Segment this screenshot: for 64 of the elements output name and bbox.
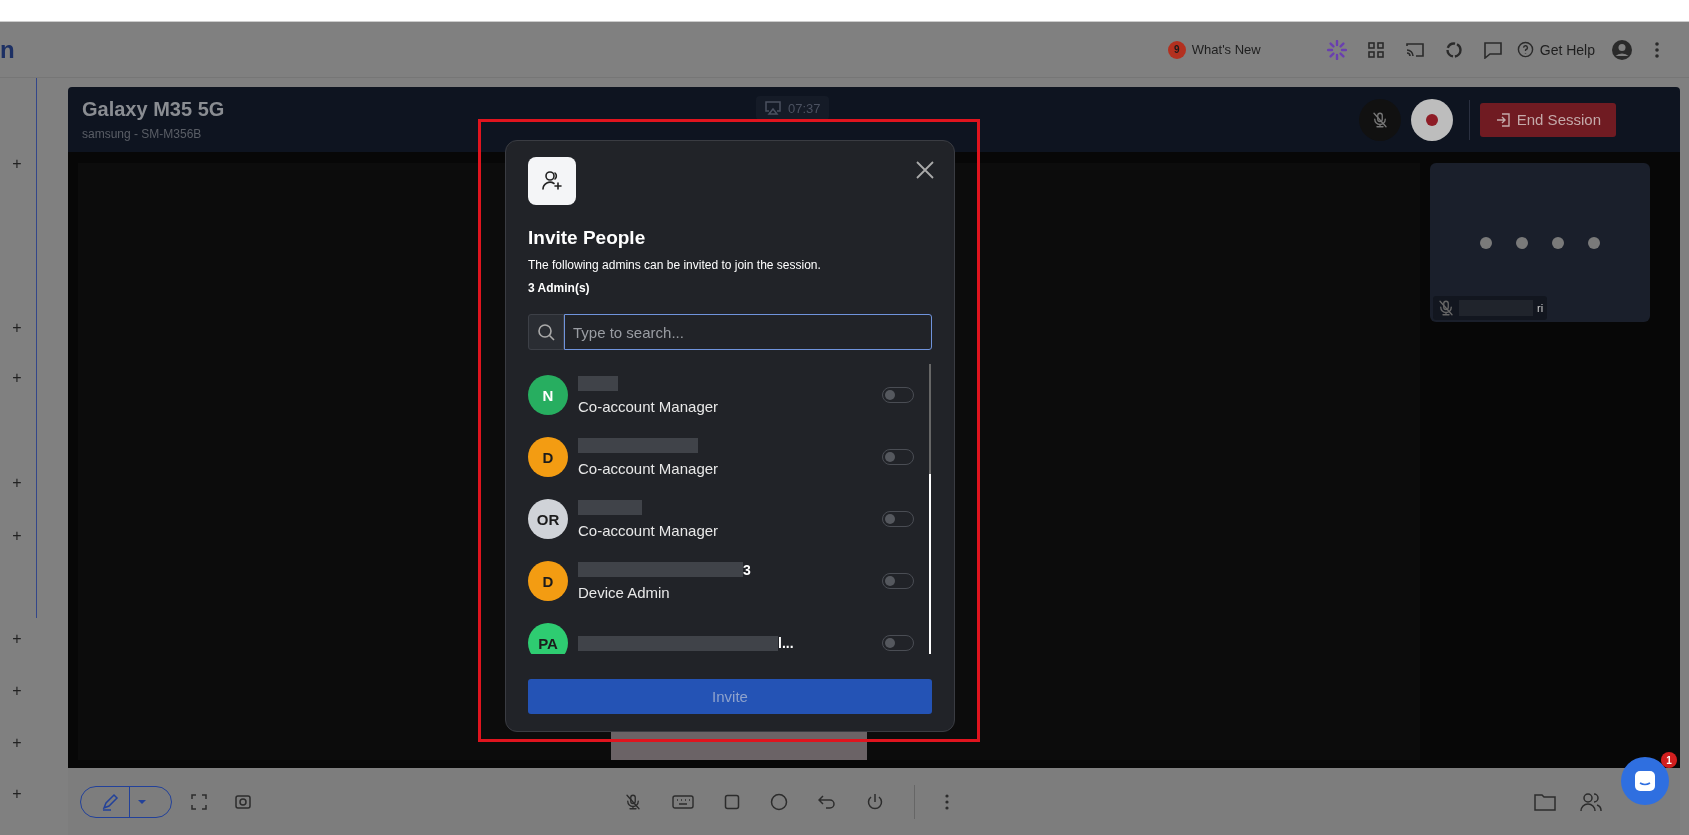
chat-bubble-icon <box>1634 770 1656 792</box>
add-icon[interactable]: + <box>10 735 24 751</box>
caret-icon <box>137 798 147 805</box>
add-person-icon <box>528 157 576 205</box>
screenshot-icon[interactable] <box>234 792 252 811</box>
record-button[interactable] <box>1410 98 1453 141</box>
logo-text: n <box>0 35 15 64</box>
redaction-bar <box>578 376 618 391</box>
circle-icon[interactable] <box>770 792 788 811</box>
help-icon <box>1516 41 1534 58</box>
people-icon[interactable] <box>1580 791 1602 812</box>
folder-icon[interactable] <box>1534 792 1556 811</box>
whats-new-link[interactable]: 9 What's New <box>1167 40 1261 59</box>
screen-cast-icon <box>764 100 782 116</box>
more-icon[interactable] <box>945 793 949 810</box>
avatar: N <box>528 375 568 415</box>
dialog-description: The following admins can be invited to join the session. <box>528 258 822 272</box>
back-icon[interactable] <box>818 793 836 810</box>
loading-ring-icon[interactable] <box>1444 40 1463 59</box>
end-session-button[interactable]: End Session <box>1479 102 1616 137</box>
add-icon[interactable]: + <box>10 370 24 386</box>
add-icon[interactable]: + <box>10 786 24 802</box>
square-icon[interactable] <box>724 793 740 810</box>
avatar: D <box>528 437 568 477</box>
admin-role: Co-account Manager <box>578 459 720 477</box>
grid-icon[interactable] <box>1366 40 1385 59</box>
admin-name: l... <box>778 635 794 651</box>
avatar: PA <box>528 623 568 654</box>
timer-text: 07:37 <box>788 100 821 116</box>
avatar: OR <box>528 499 568 539</box>
admin-role: Co-account Manager <box>578 397 720 415</box>
chat-icon[interactable] <box>1482 40 1503 59</box>
notification-badge: 9 <box>1167 40 1186 59</box>
avatar: D <box>528 561 568 601</box>
loading-dots-icon <box>1480 237 1600 249</box>
more-icon[interactable] <box>1655 41 1659 58</box>
power-icon[interactable] <box>866 792 884 811</box>
participant-name: ri <box>1537 302 1544 314</box>
admin-count: 3 Admin(s) <box>528 281 591 295</box>
device-name: Galaxy M35 5G <box>82 98 225 121</box>
add-icon[interactable]: + <box>10 320 24 336</box>
help-link[interactable]: Get Help <box>1516 41 1595 58</box>
dialog-title: Invite People <box>528 227 647 249</box>
search-field[interactable]: Type to search... <box>564 314 932 350</box>
scrollbar[interactable] <box>929 364 931 654</box>
spinner-icon[interactable] <box>1326 39 1347 60</box>
redaction-bar <box>578 500 642 515</box>
pen-icon <box>101 792 119 811</box>
search-icon <box>528 314 564 350</box>
admin-role: Device Admin <box>578 583 671 601</box>
add-icon[interactable]: + <box>10 156 24 172</box>
mic-off-icon[interactable] <box>624 792 642 811</box>
add-icon[interactable]: + <box>10 683 24 699</box>
fullscreen-icon[interactable] <box>190 792 208 811</box>
add-icon[interactable]: + <box>10 475 24 491</box>
keyboard-icon[interactable] <box>672 793 694 810</box>
admin-role: Co-account Manager <box>578 521 720 539</box>
account-icon[interactable] <box>1611 38 1633 61</box>
exit-icon <box>1494 111 1511 128</box>
cast-icon[interactable] <box>1404 40 1425 59</box>
device-model: samsung - SM-M356B <box>82 127 203 141</box>
add-icon[interactable]: + <box>10 631 24 647</box>
admin-name: 3 <box>743 561 751 578</box>
add-icon[interactable]: + <box>10 528 24 544</box>
